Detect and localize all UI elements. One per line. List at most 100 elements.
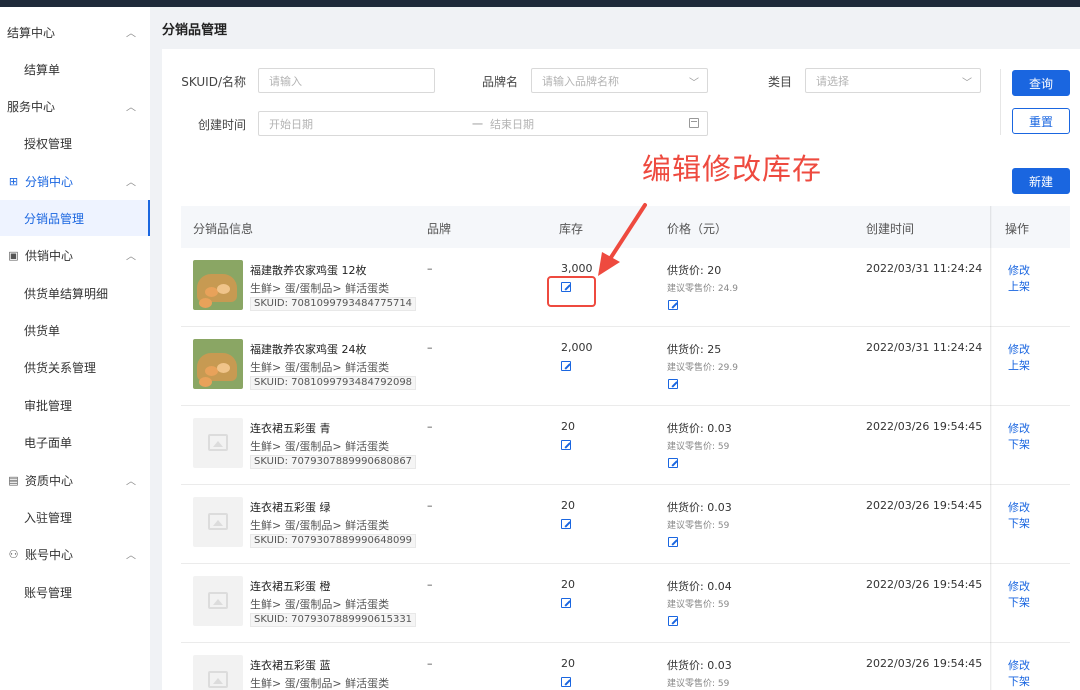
product-category: 生鲜> 蛋/蛋制品> 鲜活蛋类: [250, 598, 390, 611]
product-brand: –: [427, 420, 433, 433]
header-brand: 品牌: [427, 222, 452, 236]
edit-link[interactable]: 修改: [1008, 420, 1030, 436]
product-sku: SKUID: 7079307889990615331: [250, 613, 417, 627]
created-time: 2022/03/26 19:54:45: [866, 578, 983, 591]
edit-stock-icon[interactable]: [561, 361, 571, 371]
edit-link[interactable]: 修改: [1008, 657, 1030, 673]
stock-value: 20: [561, 420, 575, 433]
sidebar-item-settlement-list[interactable]: 结算单: [0, 51, 150, 87]
sidebar-item-approval[interactable]: 审批管理: [0, 387, 150, 423]
sidebar-item-label: 结算单: [24, 62, 61, 77]
annotation-arrow-icon: [598, 203, 647, 276]
sidebar-item-supply-relations[interactable]: 供货关系管理: [0, 349, 150, 385]
sidebar-group-label: 分销中心: [25, 174, 74, 189]
brand-input[interactable]: 请输入品牌名称 ﹀: [531, 68, 708, 93]
sidebar-item-label: 账号管理: [24, 585, 73, 600]
status-link[interactable]: 下架: [1008, 515, 1030, 531]
sidebar-group-settlement[interactable]: 结算中心 ︿: [0, 14, 150, 50]
sidebar-group-account[interactable]: ⚇ 账号中心 ︿: [0, 536, 150, 572]
edit-price-icon[interactable]: [668, 300, 678, 310]
qualification-icon: ▤: [8, 473, 19, 487]
sidebar-item-label: 授权管理: [24, 136, 73, 151]
sidebar-group-label: 结算中心: [7, 25, 56, 40]
stock-value: 20: [561, 657, 575, 670]
edit-price-icon[interactable]: [668, 537, 678, 547]
sidebar-group-distribution[interactable]: ⊞ 分销中心 ︿: [0, 163, 150, 199]
header-info: 分销品信息: [193, 222, 254, 236]
reset-button[interactable]: 重置: [1012, 108, 1070, 134]
stock-value: 20: [561, 499, 575, 512]
category-select[interactable]: 请选择 ﹀: [805, 68, 981, 93]
status-link[interactable]: 下架: [1008, 436, 1030, 452]
table-row: 连衣裙五彩蛋 橙 生鲜> 蛋/蛋制品> 鲜活蛋类 SKUID: 70793078…: [181, 564, 1070, 643]
header-price: 价格（元）: [667, 222, 728, 236]
retail-price: 建议零售价: 59: [667, 679, 730, 689]
chevron-up-icon: ︿: [126, 476, 136, 488]
chevron-up-icon: ︿: [126, 550, 136, 562]
sidebar-group-service[interactable]: 服务中心 ︿: [0, 88, 150, 124]
sidebar-item-account-management[interactable]: 账号管理: [0, 574, 150, 610]
sidebar-group-qualification[interactable]: ▤ 资质中心 ︿: [0, 462, 150, 498]
created-time: 2022/03/26 19:54:45: [866, 499, 983, 512]
sidebar-group-label: 服务中心: [7, 99, 56, 114]
status-link[interactable]: 下架: [1008, 673, 1030, 689]
search-button[interactable]: 查询: [1012, 70, 1070, 96]
product-sku: SKUID: 7079307889990648099: [250, 534, 417, 548]
sidebar-item-onboarding[interactable]: 入驻管理: [0, 499, 150, 535]
edit-stock-icon[interactable]: [561, 519, 571, 529]
sidebar-group-supply[interactable]: ▣ 供销中心 ︿: [0, 237, 150, 273]
start-date-placeholder: 开始日期: [269, 117, 313, 131]
table-row: 福建散养农家鸡蛋 24枚 生鲜> 蛋/蛋制品> 鲜活蛋类 SKUID: 7081…: [181, 327, 1070, 406]
image-placeholder-icon: [193, 576, 243, 626]
sidebar-item-supply-settlement-detail[interactable]: 供货单结算明细: [0, 275, 150, 311]
edit-link[interactable]: 修改: [1008, 578, 1030, 594]
supply-price: 供货价: 0.03: [667, 659, 732, 672]
product-brand: –: [427, 657, 433, 670]
sidebar-group-label: 资质中心: [25, 473, 74, 488]
page-title: 分销品管理: [162, 23, 228, 38]
sidebar-item-e-waybill[interactable]: 电子面单: [0, 424, 150, 460]
edit-stock-icon[interactable]: [561, 598, 571, 608]
header-created: 创建时间: [866, 222, 915, 236]
product-name: 福建散养农家鸡蛋 12枚: [250, 264, 367, 277]
main-card: SKUID/名称 请输入 品牌名 请输入品牌名称 ﹀ 类目 请选择 ﹀ 创建时间…: [162, 49, 1080, 690]
sidebar-item-label: 分销品管理: [24, 211, 85, 226]
product-image: [193, 260, 243, 310]
edit-price-icon[interactable]: [668, 458, 678, 468]
retail-price: 建议零售价: 59: [667, 442, 730, 452]
sidebar-item-distribution-products[interactable]: 分销品管理: [0, 200, 150, 236]
status-link[interactable]: 下架: [1008, 594, 1030, 610]
retail-price: 建议零售价: 59: [667, 600, 730, 610]
end-date-placeholder: 结束日期: [490, 117, 534, 131]
edit-stock-icon[interactable]: [561, 440, 571, 450]
brand-placeholder: 请输入品牌名称: [542, 74, 619, 88]
edit-price-icon[interactable]: [668, 616, 678, 626]
edit-link[interactable]: 修改: [1008, 499, 1030, 515]
status-link[interactable]: 上架: [1008, 278, 1030, 294]
created-time: 2022/03/31 11:24:24: [866, 262, 983, 275]
category-label: 类目: [767, 75, 792, 89]
create-button[interactable]: 新建: [1012, 168, 1070, 194]
annotation-text: 编辑修改库存: [642, 152, 823, 186]
product-category: 生鲜> 蛋/蛋制品> 鲜活蛋类: [250, 282, 390, 295]
top-bar: [0, 0, 1080, 7]
status-link[interactable]: 上架: [1008, 357, 1030, 373]
sidebar-group-label: 账号中心: [25, 547, 74, 562]
edit-link[interactable]: 修改: [1008, 262, 1030, 278]
product-name: 连衣裙五彩蛋 橙: [250, 580, 331, 593]
product-sku: SKUID: 7079307889990680867: [250, 455, 417, 469]
date-range-picker[interactable]: 开始日期 一 结束日期: [258, 111, 708, 136]
product-brand: –: [427, 262, 433, 275]
edit-link[interactable]: 修改: [1008, 341, 1030, 357]
product-category: 生鲜> 蛋/蛋制品> 鲜活蛋类: [250, 677, 390, 690]
sku-search-input[interactable]: 请输入: [258, 68, 435, 93]
calendar-icon: [689, 118, 699, 128]
fixed-column-shadow: [990, 206, 992, 690]
edit-stock-icon[interactable]: [561, 677, 571, 687]
product-category: 生鲜> 蛋/蛋制品> 鲜活蛋类: [250, 519, 390, 532]
edit-price-icon[interactable]: [668, 379, 678, 389]
sidebar-item-supply-orders[interactable]: 供货单: [0, 312, 150, 348]
sidebar-item-authorization[interactable]: 授权管理: [0, 125, 150, 161]
product-brand: –: [427, 499, 433, 512]
table-row: 连衣裙五彩蛋 青 生鲜> 蛋/蛋制品> 鲜活蛋类 SKUID: 70793078…: [181, 406, 1070, 485]
